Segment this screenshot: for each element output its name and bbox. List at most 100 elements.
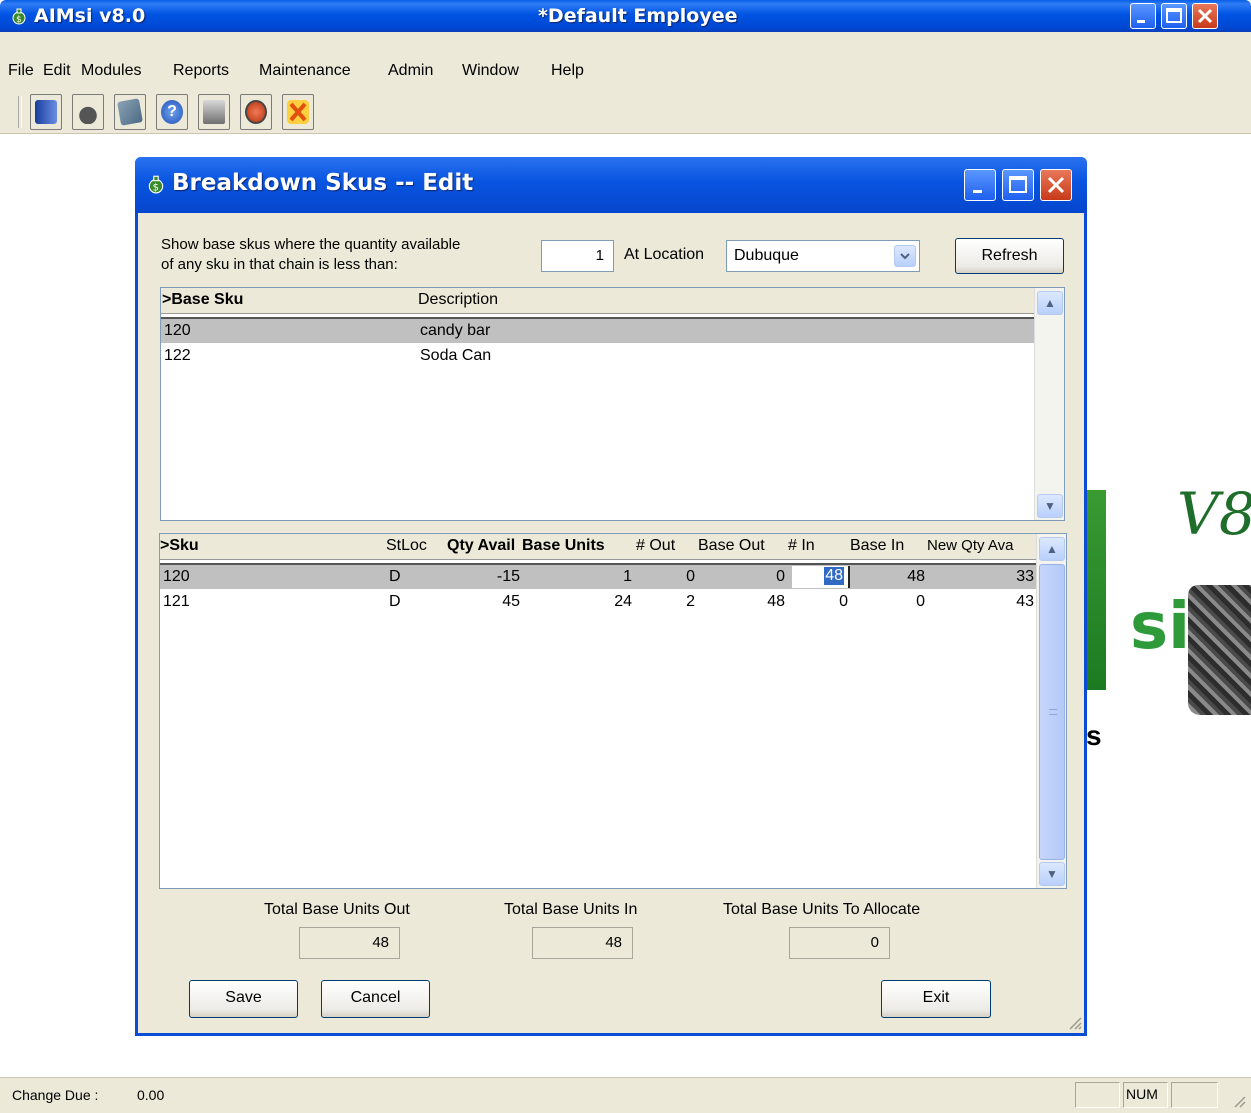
resize-grip-icon[interactable] xyxy=(1066,1014,1082,1030)
total-out-label: Total Base Units Out xyxy=(264,901,410,918)
total-in-value: 48 xyxy=(532,927,633,959)
dialog-maximize-button[interactable] xyxy=(1002,169,1034,201)
svg-text:$: $ xyxy=(153,183,159,194)
sku-grid-header: >Sku StLoc Qty Avail Base Units # Out Ba… xyxy=(160,534,1037,560)
sku-cell: 120 xyxy=(163,568,190,585)
base-sku-grid[interactable]: >Base Sku Description 120 candy bar 122 … xyxy=(160,287,1065,521)
column-header-base-sku[interactable]: >Base Sku xyxy=(162,291,243,309)
column-header-num-in[interactable]: # In xyxy=(788,537,815,555)
toolbar-stop-button[interactable] xyxy=(240,94,272,130)
logo-graphic xyxy=(1086,490,1106,690)
stloc-cell: D xyxy=(389,593,401,610)
status-bar xyxy=(0,1077,1251,1113)
num-out-cell: 2 xyxy=(686,593,695,610)
close-icon xyxy=(1197,8,1213,24)
table-row[interactable]: 120 candy bar xyxy=(161,317,1035,343)
base-grid-scrollbar[interactable]: ▲ ▼ xyxy=(1034,288,1064,520)
menu-maintenance[interactable]: Maintenance xyxy=(259,62,351,80)
resize-grip-icon[interactable] xyxy=(1232,1094,1246,1108)
table-row[interactable]: 122 Soda Can xyxy=(161,344,1035,370)
exit-icon xyxy=(287,100,309,124)
base-sku-cell: 122 xyxy=(164,347,191,364)
dialog-close-button[interactable] xyxy=(1040,169,1072,201)
toolbar-print-button[interactable] xyxy=(198,94,230,130)
minimize-button[interactable] xyxy=(1130,3,1156,29)
base-out-cell: 48 xyxy=(767,593,785,610)
column-header-base-in[interactable]: Base In xyxy=(850,537,904,555)
maximize-button[interactable] xyxy=(1161,3,1187,29)
logo-version: V8 xyxy=(1177,480,1251,548)
menu-edit[interactable]: Edit xyxy=(43,62,71,80)
toolbar-calculator-button[interactable] xyxy=(114,94,146,130)
location-label: At Location xyxy=(624,246,705,263)
column-header-base-units[interactable]: Base Units xyxy=(522,537,605,555)
toolbar-help-button[interactable]: ? xyxy=(156,94,188,130)
location-select-value: Dubuque xyxy=(734,247,799,264)
cancel-button[interactable]: Cancel xyxy=(321,980,430,1018)
column-header-new-qty[interactable]: New Qty Ava xyxy=(927,537,1013,554)
column-header-stloc[interactable]: StLoc xyxy=(386,537,427,555)
close-icon xyxy=(1047,176,1065,194)
num-out-cell: 0 xyxy=(686,568,695,585)
filter-label-line1: Show base skus where the quantity availa… xyxy=(161,236,461,253)
logo-text: si xyxy=(1130,590,1191,664)
qty-avail-cell: 45 xyxy=(502,593,520,610)
num-in-editor[interactable]: 48 xyxy=(792,566,850,588)
base-in-cell: 48 xyxy=(907,568,925,585)
new-qty-cell: 43 xyxy=(1016,593,1034,610)
base-in-cell: 0 xyxy=(916,593,925,610)
menu-window[interactable]: Window xyxy=(462,62,519,80)
close-button[interactable] xyxy=(1192,3,1218,29)
stop-icon xyxy=(245,100,267,124)
menu-file[interactable]: File xyxy=(8,62,34,80)
column-header-num-out[interactable]: # Out xyxy=(636,537,675,555)
dialog-minimize-button[interactable] xyxy=(964,169,996,201)
minimize-icon xyxy=(1137,20,1145,23)
app-title: AIMsi v8.0 xyxy=(34,5,146,27)
save-button[interactable]: Save xyxy=(189,980,298,1018)
column-header-qty-avail[interactable]: Qty Avail xyxy=(447,537,515,555)
total-out-value: 48 xyxy=(299,927,400,959)
money-bag-icon: $ xyxy=(10,7,28,25)
scroll-down-icon[interactable]: ▼ xyxy=(1037,494,1063,518)
table-row[interactable]: 121 D 45 24 2 48 0 0 43 xyxy=(160,590,1037,616)
sku-grid[interactable]: >Sku StLoc Qty Avail Base Units # Out Ba… xyxy=(159,533,1067,889)
table-row[interactable]: 120 D -15 1 0 0 48 48 33 xyxy=(160,563,1037,589)
num-in-cell: 48 xyxy=(824,567,844,585)
toolbar-new-button[interactable] xyxy=(30,94,62,130)
save-button-label: Save xyxy=(225,989,262,1006)
quantity-threshold-input[interactable]: 1 xyxy=(541,240,614,272)
menu-modules[interactable]: Modules xyxy=(81,62,141,80)
column-header-description[interactable]: Description xyxy=(418,291,498,309)
menu-reports[interactable]: Reports xyxy=(173,62,229,80)
sku-cell: 121 xyxy=(163,593,190,610)
scroll-up-icon[interactable]: ▲ xyxy=(1039,537,1065,561)
toolbar-cashier-button[interactable] xyxy=(72,94,104,130)
filter-label-line2: of any sku in that chain is less than: xyxy=(161,256,398,273)
toolbar-grip xyxy=(18,96,22,128)
menu-help[interactable]: Help xyxy=(551,62,584,80)
document-icon xyxy=(35,100,57,124)
cancel-button-label: Cancel xyxy=(350,989,401,1006)
base-units-cell: 1 xyxy=(623,568,632,585)
change-due-value: 0.00 xyxy=(137,1087,165,1103)
exit-button-label: Exit xyxy=(922,989,950,1006)
scroll-up-icon[interactable]: ▲ xyxy=(1037,291,1063,315)
status-cell-empty xyxy=(1075,1082,1120,1108)
description-cell: candy bar xyxy=(420,322,491,339)
column-header-base-out[interactable]: Base Out xyxy=(698,537,765,555)
exit-button[interactable]: Exit xyxy=(881,980,991,1018)
location-select[interactable]: Dubuque xyxy=(726,240,920,272)
refresh-button-label: Refresh xyxy=(981,247,1038,264)
scroll-down-icon[interactable]: ▼ xyxy=(1039,862,1065,886)
column-header-sku[interactable]: >Sku xyxy=(160,537,199,555)
scroll-thumb[interactable] xyxy=(1039,564,1065,860)
toolbar-exit-button[interactable] xyxy=(282,94,314,130)
calculator-icon xyxy=(117,98,143,126)
chevron-down-icon[interactable] xyxy=(894,245,916,267)
menu-admin[interactable]: Admin xyxy=(388,62,433,80)
logo-tagline: s xyxy=(1086,720,1102,751)
refresh-button[interactable]: Refresh xyxy=(955,238,1064,274)
money-bag-icon: $ xyxy=(146,174,166,194)
sku-grid-scrollbar[interactable]: ▲ ▼ xyxy=(1036,534,1066,888)
